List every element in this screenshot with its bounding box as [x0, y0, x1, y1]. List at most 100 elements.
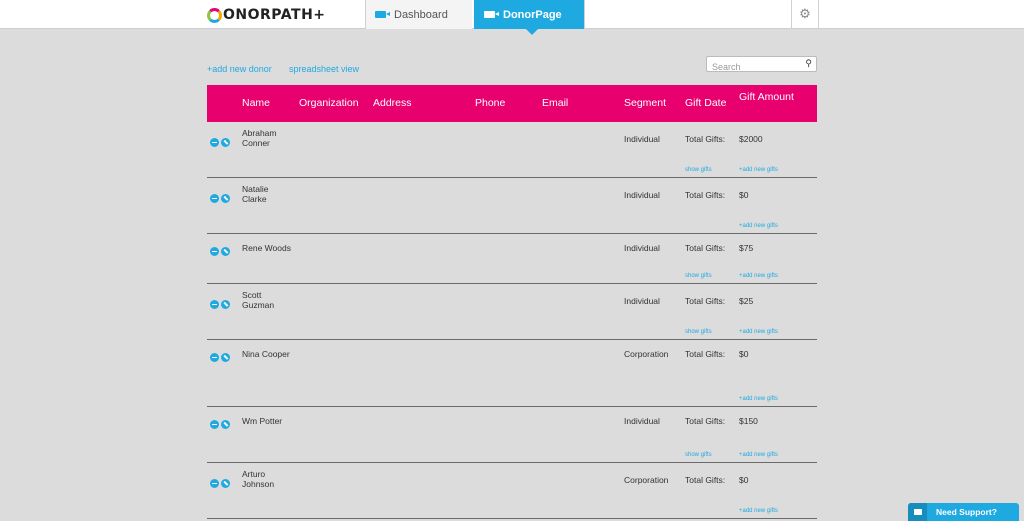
- row-actions: [210, 300, 230, 309]
- add-new-gifts-link[interactable]: +add new gifts: [739, 223, 778, 229]
- donor-segment: Individual: [624, 190, 660, 200]
- table-row: Natalie Clarke Individual Total Gifts: $0 +…: [207, 178, 817, 234]
- column-header-phone[interactable]: Phone: [475, 97, 505, 109]
- donor-name-line: Abraham: [242, 128, 277, 138]
- edit-donor-icon[interactable]: [221, 479, 230, 488]
- donor-name-line: Scott: [242, 290, 262, 300]
- donor-name-line: Wm Potter: [242, 416, 283, 426]
- show-gifts-link[interactable]: show gifts: [685, 329, 712, 335]
- gift-amount: $75: [739, 243, 754, 253]
- tab-donorpage-label: DonorPage: [503, 8, 562, 21]
- donor-name[interactable]: Rene Woods: [242, 243, 291, 253]
- need-support-button[interactable]: Need Support?: [908, 503, 1019, 521]
- row-actions: [210, 420, 230, 429]
- add-new-gifts-link[interactable]: +add new gifts: [739, 396, 778, 402]
- donor-segment: Individual: [624, 416, 660, 426]
- donorpath-logo[interactable]: ONORPATH+: [207, 5, 326, 25]
- total-gifts-label: Total Gifts:: [685, 349, 726, 359]
- column-header-segment[interactable]: Segment: [624, 97, 666, 109]
- active-tab-pointer: [526, 29, 538, 35]
- gift-amount: $0: [739, 475, 749, 485]
- table-row: Abraham Conner Individual Total Gifts: $20…: [207, 122, 817, 178]
- row-actions: [210, 479, 230, 488]
- row-actions: [210, 138, 230, 147]
- add-new-gifts-link[interactable]: +add new gifts: [739, 452, 778, 458]
- gift-amount: $0: [739, 349, 749, 359]
- column-header-organization[interactable]: Organization: [299, 97, 359, 109]
- remove-donor-icon[interactable]: [210, 300, 219, 309]
- tab-donorpage[interactable]: DonorPage: [474, 0, 584, 35]
- row-actions: [210, 353, 230, 362]
- donor-name[interactable]: Wm Potter: [242, 416, 282, 426]
- remove-donor-icon[interactable]: [210, 353, 219, 362]
- add-new-gifts-link[interactable]: +add new gifts: [739, 329, 778, 335]
- logo-ring-icon: [207, 7, 222, 23]
- donor-name[interactable]: Arturo Johnson: [242, 469, 274, 489]
- donor-segment: Individual: [624, 134, 660, 144]
- tab-dashboard[interactable]: Dashboard: [366, 0, 472, 29]
- edit-donor-icon[interactable]: [221, 247, 230, 256]
- donor-name[interactable]: Scott Guzman: [242, 290, 274, 310]
- nav-divider: [584, 0, 585, 29]
- remove-donor-icon[interactable]: [210, 138, 219, 147]
- nav-divider: [818, 0, 819, 29]
- donor-name[interactable]: Nina Cooper: [242, 349, 290, 359]
- edit-donor-icon[interactable]: [221, 138, 230, 147]
- donor-name-line: Rene Woods: [242, 243, 291, 253]
- table-row: Rene Woods Individual Total Gifts: $75 show…: [207, 234, 817, 284]
- logo-text: ONORPATH+: [223, 7, 326, 23]
- donor-name-line: Natalie: [242, 184, 269, 194]
- gear-icon[interactable]: ⚙: [797, 6, 813, 22]
- camera-icon: [484, 11, 499, 18]
- tab-dashboard-label: Dashboard: [394, 8, 448, 21]
- donor-name-line: Arturo: [242, 469, 266, 479]
- donor-segment: Individual: [624, 243, 660, 253]
- table-row: Arturo Johnson Corporation Total Gifts: $0…: [207, 463, 817, 519]
- search-box: ⚲: [706, 56, 817, 74]
- table-header: Name Organization Address Phone Email Se…: [207, 85, 817, 122]
- table-row: Wm Potter Individual Total Gifts: $150 show…: [207, 407, 817, 463]
- donor-name-line: Clarke: [242, 194, 267, 204]
- edit-donor-icon[interactable]: [221, 420, 230, 429]
- envelope-icon: [908, 503, 927, 521]
- donor-name-line: Guzman: [242, 300, 275, 310]
- nav-divider: [791, 0, 792, 29]
- row-actions: [210, 194, 230, 203]
- top-navigation-bar: ONORPATH+ Dashboard DonorPage ⚙: [0, 0, 1024, 35]
- add-new-donor-link[interactable]: +add new donor: [207, 64, 272, 74]
- add-new-gifts-link[interactable]: +add new gifts: [739, 273, 778, 279]
- donor-segment: Corporation: [624, 475, 669, 485]
- column-header-gift-date[interactable]: Gift Date: [685, 97, 726, 109]
- donor-name-line: Johnson: [242, 479, 275, 489]
- column-header-name[interactable]: Name: [242, 97, 270, 109]
- column-header-email[interactable]: Email: [542, 97, 568, 109]
- remove-donor-icon[interactable]: [210, 479, 219, 488]
- magnifier-icon[interactable]: ⚲: [805, 58, 812, 69]
- donor-name-line: Conner: [242, 138, 270, 148]
- show-gifts-link[interactable]: show gifts: [685, 273, 712, 279]
- donor-name[interactable]: Natalie Clarke: [242, 184, 268, 204]
- row-actions: [210, 247, 230, 256]
- remove-donor-icon[interactable]: [210, 194, 219, 203]
- edit-donor-icon[interactable]: [221, 300, 230, 309]
- gift-amount: $150: [739, 416, 758, 426]
- column-header-gift-amount[interactable]: Gift Amount: [739, 91, 799, 103]
- spreadsheet-view-link[interactable]: spreadsheet view: [289, 64, 359, 74]
- show-gifts-link[interactable]: show gifts: [685, 452, 712, 458]
- total-gifts-label: Total Gifts:: [685, 243, 726, 253]
- add-new-gifts-link[interactable]: +add new gifts: [739, 508, 778, 514]
- column-header-address[interactable]: Address: [373, 97, 412, 109]
- table-row: Scott Guzman Individual Total Gifts: $25 sh…: [207, 284, 817, 340]
- gift-amount: $2000: [739, 134, 763, 144]
- donor-name[interactable]: Abraham Conner: [242, 128, 277, 148]
- remove-donor-icon[interactable]: [210, 247, 219, 256]
- edit-donor-icon[interactable]: [221, 194, 230, 203]
- gift-amount: $25: [739, 296, 754, 306]
- edit-donor-icon[interactable]: [221, 353, 230, 362]
- show-gifts-link[interactable]: show gifts: [685, 167, 712, 173]
- total-gifts-label: Total Gifts:: [685, 296, 726, 306]
- search-input[interactable]: [707, 60, 799, 74]
- total-gifts-label: Total Gifts:: [685, 475, 726, 485]
- add-new-gifts-link[interactable]: +add new gifts: [739, 167, 778, 173]
- remove-donor-icon[interactable]: [210, 420, 219, 429]
